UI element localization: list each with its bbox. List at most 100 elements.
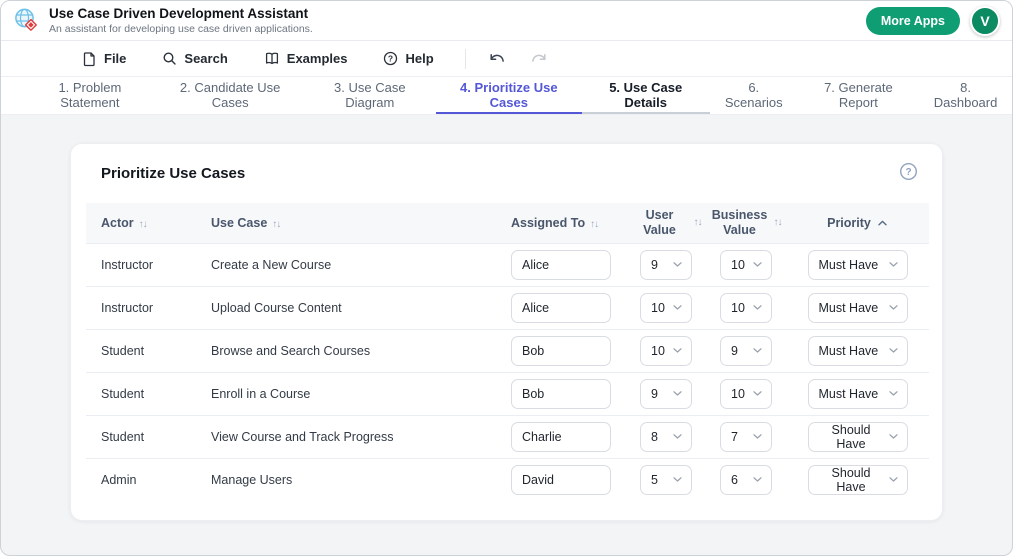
business-value-select[interactable]: 10 bbox=[720, 292, 772, 323]
card-title: Prioritize Use Cases bbox=[101, 165, 246, 182]
priority-select[interactable]: Should Have bbox=[807, 421, 908, 452]
actor-cell: Student bbox=[86, 371, 211, 415]
business-value-select[interactable]: 9 bbox=[720, 335, 772, 366]
tab-generate-report[interactable]: 7. Generate Report bbox=[798, 77, 919, 114]
help-button[interactable]: ? Help bbox=[374, 45, 442, 72]
user-value-select[interactable]: 9 bbox=[640, 378, 692, 409]
table-header-row: Actor ↑↓ Use Case ↑↓ Assigned To ↑↓ User Va… bbox=[86, 203, 929, 243]
user-value-select[interactable]: 10 bbox=[640, 292, 692, 323]
business-value-select[interactable]: 10 bbox=[720, 249, 772, 280]
chevron-down-icon bbox=[752, 304, 763, 311]
chevron-down-icon bbox=[888, 261, 899, 268]
business-value-select[interactable]: 10 bbox=[720, 378, 772, 409]
more-apps-button[interactable]: More Apps bbox=[865, 6, 960, 35]
assigned-to-input[interactable] bbox=[511, 378, 611, 409]
help-circle-icon: ? bbox=[383, 51, 398, 66]
business-value-select[interactable]: 7 bbox=[720, 421, 772, 452]
col-header-business-value[interactable]: Business Value ↑↓ bbox=[706, 203, 786, 243]
actor-cell: Student bbox=[86, 414, 211, 458]
assigned-to-input[interactable] bbox=[511, 421, 611, 452]
sort-icon: ↑↓ bbox=[693, 217, 703, 228]
use-case-cell: Create a New Course bbox=[211, 242, 501, 286]
sort-icon: ↑↓ bbox=[590, 218, 599, 230]
chevron-down-icon bbox=[888, 476, 899, 483]
app-title: Use Case Driven Development Assistant bbox=[49, 6, 309, 22]
col-header-use-case[interactable]: Use Case ↑↓ bbox=[211, 203, 501, 243]
prioritize-card: Prioritize Use Cases ? Actor ↑↓ Use Case ↑… bbox=[70, 143, 943, 521]
undo-icon bbox=[490, 53, 504, 62]
chevron-down-icon bbox=[752, 347, 763, 354]
priority-select[interactable]: Should Have bbox=[807, 464, 908, 495]
undo-button[interactable] bbox=[476, 46, 518, 72]
tab-use-case-details[interactable]: 5. Use Case Details bbox=[581, 77, 710, 114]
svg-text:?: ? bbox=[388, 53, 393, 63]
priority-select[interactable]: Must Have bbox=[807, 249, 908, 280]
examples-label: Examples bbox=[286, 51, 348, 66]
table-row: Instructor Create a New Course 9 10 Must… bbox=[86, 242, 929, 286]
toolbar-divider bbox=[464, 48, 466, 69]
redo-icon bbox=[531, 53, 546, 62]
use-case-cell: Upload Course Content bbox=[211, 285, 501, 329]
chevron-down-icon bbox=[888, 304, 899, 311]
assigned-to-input[interactable] bbox=[511, 249, 611, 280]
actor-cell: Instructor bbox=[86, 242, 211, 286]
sort-ascending-icon bbox=[877, 219, 888, 227]
col-header-priority[interactable]: Priority bbox=[786, 203, 929, 243]
file-label: File bbox=[104, 51, 127, 66]
tab-candidate-use-cases[interactable]: 2. Candidate Use Cases bbox=[157, 77, 304, 114]
page-content: Prioritize Use Cases ? Actor ↑↓ Use Case ↑… bbox=[1, 115, 1012, 521]
table-row: Student Browse and Search Courses 10 9 M… bbox=[86, 328, 929, 372]
user-value-select[interactable]: 9 bbox=[640, 249, 692, 280]
tab-scenarios[interactable]: 6. Scenarios bbox=[710, 77, 798, 114]
app-subtitle: An assistant for developing use case dri… bbox=[49, 22, 313, 35]
use-case-table: Actor ↑↓ Use Case ↑↓ Assigned To ↑↓ User Va… bbox=[86, 203, 929, 501]
user-value-select[interactable]: 8 bbox=[640, 421, 692, 452]
app-logo-icon bbox=[13, 7, 40, 34]
app-title-block: Use Case Driven Development Assistant An… bbox=[49, 6, 866, 35]
chevron-down-icon bbox=[752, 261, 763, 268]
avatar[interactable]: V bbox=[970, 5, 1000, 36]
chevron-down-icon bbox=[672, 433, 683, 440]
priority-select[interactable]: Must Have bbox=[807, 335, 908, 366]
actor-cell: Instructor bbox=[86, 285, 211, 329]
col-header-user-value[interactable]: User Value ↑↓ bbox=[626, 203, 706, 243]
tab-problem-statement[interactable]: 1. Problem Statement bbox=[23, 77, 157, 114]
svg-text:?: ? bbox=[905, 167, 911, 178]
tab-prioritize-use-cases[interactable]: 4. Prioritize Use Cases bbox=[436, 77, 582, 114]
assigned-to-input[interactable] bbox=[511, 292, 611, 323]
chevron-down-icon bbox=[752, 476, 763, 483]
chevron-down-icon bbox=[752, 433, 763, 440]
tab-use-case-diagram[interactable]: 3. Use Case Diagram bbox=[304, 77, 437, 114]
file-menu-button[interactable]: File bbox=[73, 45, 135, 73]
tab-dashboard[interactable]: 8. Dashboard bbox=[919, 77, 1012, 114]
chevron-down-icon bbox=[672, 347, 683, 354]
priority-select[interactable]: Must Have bbox=[807, 378, 908, 409]
use-case-cell: Enroll in a Course bbox=[211, 371, 501, 415]
priority-select[interactable]: Must Have bbox=[807, 292, 908, 323]
chevron-down-icon bbox=[888, 433, 899, 440]
table-row: Student View Course and Track Progress 8… bbox=[86, 414, 929, 458]
question-circle-icon: ? bbox=[899, 162, 918, 181]
chevron-down-icon bbox=[888, 347, 899, 354]
business-value-select[interactable]: 6 bbox=[720, 464, 772, 495]
chevron-down-icon bbox=[672, 304, 683, 311]
chevron-down-icon bbox=[672, 476, 683, 483]
search-button[interactable]: Search bbox=[153, 45, 236, 72]
use-case-cell: View Course and Track Progress bbox=[211, 414, 501, 458]
header-actions: More Apps V bbox=[865, 5, 1000, 36]
user-value-select[interactable]: 10 bbox=[640, 335, 692, 366]
search-icon bbox=[162, 51, 177, 66]
col-header-actor[interactable]: Actor ↑↓ bbox=[86, 203, 211, 243]
assigned-to-input[interactable] bbox=[511, 464, 611, 495]
file-icon bbox=[82, 51, 97, 67]
redo-button[interactable] bbox=[518, 46, 560, 72]
sort-icon: ↑↓ bbox=[272, 218, 281, 230]
examples-button[interactable]: Examples bbox=[255, 45, 357, 72]
assigned-to-input[interactable] bbox=[511, 335, 611, 366]
step-tabbar: 1. Problem Statement 2. Candidate Use Ca… bbox=[1, 77, 1012, 115]
col-header-assigned-to[interactable]: Assigned To ↑↓ bbox=[501, 203, 626, 243]
help-label: Help bbox=[405, 51, 434, 66]
card-help-button[interactable]: ? bbox=[897, 160, 920, 183]
use-case-cell: Manage Users bbox=[211, 457, 501, 501]
user-value-select[interactable]: 5 bbox=[640, 464, 692, 495]
